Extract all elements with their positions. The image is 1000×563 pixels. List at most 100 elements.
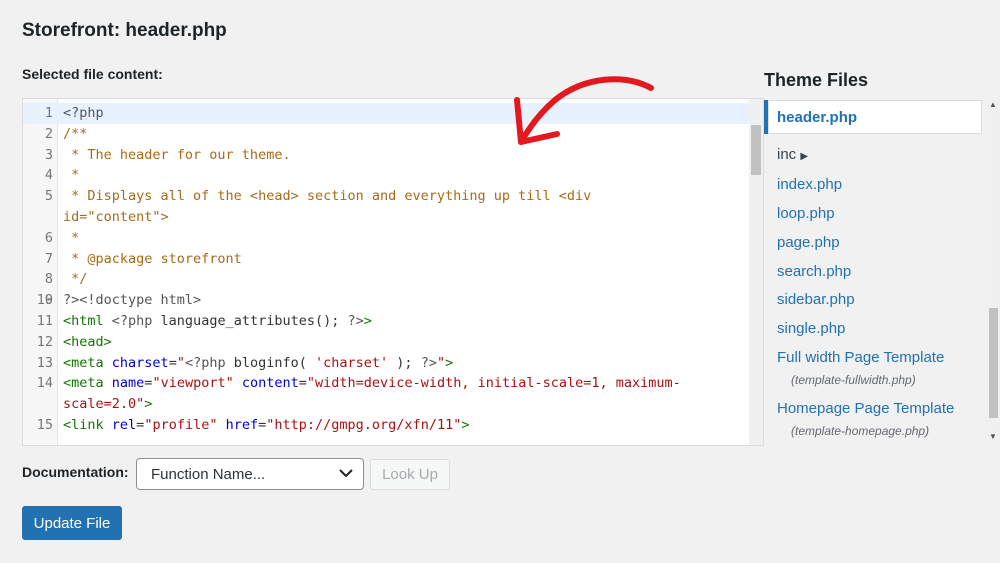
file-item-loop-php[interactable]: loop.php [777,205,835,222]
code-token: > [144,396,153,413]
code-token: <head> [63,333,112,350]
line-number: 15 [36,416,53,433]
code-token: > [461,416,470,433]
file-list-scrollbar-thumb[interactable] [989,308,998,418]
update-file-button[interactable]: Update File [22,506,122,540]
code-token: href [225,416,259,433]
chevron-down-icon [339,469,353,478]
line-number: 8 [44,271,53,288]
selected-file-label: Selected file content: [22,66,163,82]
code-token: charset [111,354,169,371]
line-number: 2 [44,125,53,142]
code-token: * Displays all of the <head> section and… [63,188,592,205]
code-line[interactable]: 7 * @package storefront [23,249,749,270]
file-list-scrollbar[interactable]: ▲ ▼ [986,98,1000,444]
line-number: 7 [44,250,53,267]
line-number: 6 [44,229,53,246]
file-item-header-php[interactable]: header.php [764,100,982,134]
code-token: <?php [63,105,104,121]
scroll-up-icon[interactable]: ▲ [989,100,997,109]
code-line[interactable]: 12 <head> [23,332,749,353]
code-token: <!doctype html> [79,292,202,309]
code-line[interactable]: id="content"> [23,207,749,228]
code-token: bloginfo( [225,354,316,371]
code-line[interactable]: 14 <meta name="viewport" content="width=d… [23,373,749,394]
line-number: 14 [36,375,53,392]
line-number: 1 [44,105,53,121]
code-token: <?php [111,312,153,329]
code-token: > [363,312,372,329]
code-line[interactable]: 10 ?><!doctype html> [23,290,749,311]
file-item-label: header.php [777,109,858,126]
file-item-sidebar-php[interactable]: sidebar.php [777,291,855,308]
code-token: "profile" [144,416,218,433]
editor-scrollbar[interactable] [749,99,763,445]
editor-scrollbar-thumb[interactable] [751,125,761,175]
code-token: language_attributes(); [152,312,348,329]
folder-item-inc[interactable]: inc ▶ [777,146,808,163]
page-title: Storefront: header.php [22,20,227,41]
template-filename: (template-fullwidth.php) [791,373,916,387]
code-line[interactable]: 6 * [23,228,749,249]
triangle-right-icon: ▶ [800,151,809,162]
code-line[interactable]: 11 <html <?php language_attributes(); ?>> [23,311,749,332]
code-token: * @package storefront [63,250,242,267]
code-line[interactable]: 5 * Displays all of the <head> section a… [23,186,749,207]
theme-files-title: Theme Files [764,70,869,90]
file-item-homepage-template[interactable]: Homepage Page Template [777,400,954,417]
code-token: "viewport" [152,375,234,392]
code-token: <?php [184,354,226,371]
scroll-down-icon[interactable]: ▼ [989,432,997,441]
code-token: = [168,354,177,371]
template-filename: (template-homepage.php) [791,424,930,438]
file-item-single-php[interactable]: single.php [777,320,845,337]
code-line[interactable]: 4 * [23,165,749,186]
documentation-label: Documentation: [22,464,129,480]
code-line[interactable]: 8 */ [23,269,749,290]
code-token: id="content"> [63,208,169,225]
file-item-page-php[interactable]: page.php [777,234,840,251]
code-token: " [436,354,446,371]
function-name-select[interactable]: Function Name... [136,458,364,490]
code-token: <meta [63,375,112,392]
code-token: = [298,375,307,392]
code-token: content [241,375,299,392]
code-token: > [445,354,454,371]
folder-label: inc [777,146,797,163]
line-number: 3 [44,146,53,163]
code-token: rel [111,416,137,433]
line-number: 4 [44,167,53,184]
code-line[interactable]: scale=2.0"> [23,394,749,415]
code-token: * [63,167,80,184]
code-token: <meta [63,354,112,371]
select-value: Function Name... [151,466,266,483]
file-item-index-php[interactable]: index.php [777,176,842,193]
line-number: 13 [36,354,53,371]
line-number: 12 [36,333,53,350]
code-token: <html [63,312,112,329]
code-token: * The header for our theme. [63,146,291,163]
code-token: "width=device-width, initial-scale=1, ma… [306,375,681,392]
code-token: ?> [347,312,364,329]
code-token: " [176,354,185,371]
code-token: 'charset' [315,354,389,371]
code-token: "http://gmpg.org/xfn/11" [266,416,462,433]
code-token: ); [388,354,421,371]
code-token: */ [63,271,88,288]
file-item-search-php[interactable]: search.php [777,263,851,280]
code-line[interactable]: 13 <meta charset="<?php bloginfo( 'charse… [23,353,749,374]
theme-files-list: header.php inc ▶ index.php loop.php page… [764,98,1000,444]
look-up-button[interactable]: Look Up [370,459,450,490]
code-token: scale=2.0" [63,396,145,413]
red-arrow-annotation [514,76,654,145]
code-line[interactable]: 15 <link rel="profile" href="http://gmpg.… [23,415,749,436]
code-token: ?> [420,354,437,371]
code-token: * [63,229,80,246]
file-item-full-width-template[interactable]: Full width Page Template [777,349,944,366]
code-token: name [111,375,145,392]
code-token: <link [63,416,112,433]
line-number: 10 [36,292,53,309]
code-token: /** [63,125,88,142]
